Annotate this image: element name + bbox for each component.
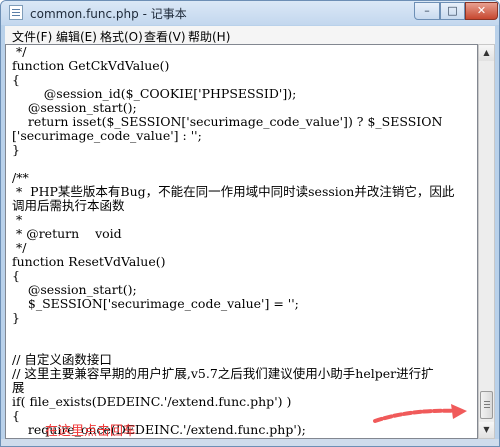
code-line: ['securimage_code_value'] : '';	[12, 128, 202, 143]
vertical-scrollbar[interactable]: ▲ ▼	[478, 44, 495, 439]
code-line: * @return void	[12, 226, 122, 241]
code-line: }	[12, 142, 20, 157]
code-line: */	[12, 240, 27, 255]
scroll-up-icon[interactable]: ▲	[479, 45, 494, 61]
menu-format[interactable]: 格式(O)	[100, 28, 143, 45]
notepad-app-icon[interactable]	[9, 5, 23, 20]
code-line: @session_start();	[12, 282, 137, 297]
code-line: /**	[12, 170, 29, 185]
window-title: common.func.php - 记事本	[30, 7, 187, 21]
menu-edit[interactable]: 编辑(E)	[56, 28, 97, 45]
title-bar[interactable]: common.func.php - 记事本 – □ ✕	[1, 1, 499, 25]
code-line: // 这里主要兼容早期的用户扩展,v5.7之后我们建议使用小助手helper进行…	[12, 366, 434, 381]
code-line: return isset($_SESSION['securimage_code_…	[12, 114, 443, 129]
code-line: */	[12, 44, 27, 59]
menu-file[interactable]: 文件(F)	[12, 28, 52, 45]
text-editor-area[interactable]: */ function GetCkVdValue() { @session_id…	[5, 44, 478, 439]
maximize-button[interactable]: □	[440, 2, 465, 20]
code-line: function ResetVdValue()	[12, 254, 166, 269]
code-line: {	[12, 408, 20, 423]
menu-view[interactable]: 查看(V)	[144, 28, 186, 45]
code-line: @session_start();	[12, 100, 137, 115]
code-line: 展	[12, 380, 25, 395]
code-line: // 自定义函数接口	[12, 352, 112, 367]
code-line: }	[12, 310, 20, 325]
code-line: if( file_exists(DEDEINC.'/extend.func.ph…	[12, 394, 292, 409]
code-line: @session_id($_COOKIE['PHPSESSID']);	[12, 86, 297, 101]
code-line: function GetCkVdValue()	[12, 58, 170, 73]
code-line: $_SESSION['securimage_code_value'] = '';	[12, 296, 299, 311]
menu-help[interactable]: 帮助(H)	[188, 28, 230, 45]
scrollbar-thumb[interactable]	[480, 391, 493, 419]
notepad-window: common.func.php - 记事本 – □ ✕ 文件(F) 编辑(E) …	[0, 0, 500, 447]
scroll-down-icon[interactable]: ▼	[479, 422, 494, 438]
window-bottom-border	[1, 439, 499, 446]
annotation-arrow-icon	[373, 404, 467, 423]
annotation-label: 在这里点击回车	[45, 424, 137, 439]
menu-bar: 文件(F) 编辑(E) 格式(O) 查看(V) 帮助(H)	[5, 26, 495, 44]
code-line: * PHP某些版本有Bug，不能在同一作用域中同时读session并改注销它，因…	[12, 184, 455, 199]
code-line: *	[12, 212, 23, 227]
code-line: {	[12, 268, 20, 283]
close-button[interactable]: ✕	[465, 2, 498, 20]
code-line: 调用后需执行本函数	[12, 198, 125, 213]
code-line: {	[12, 72, 20, 87]
minimize-button[interactable]: –	[414, 2, 440, 20]
